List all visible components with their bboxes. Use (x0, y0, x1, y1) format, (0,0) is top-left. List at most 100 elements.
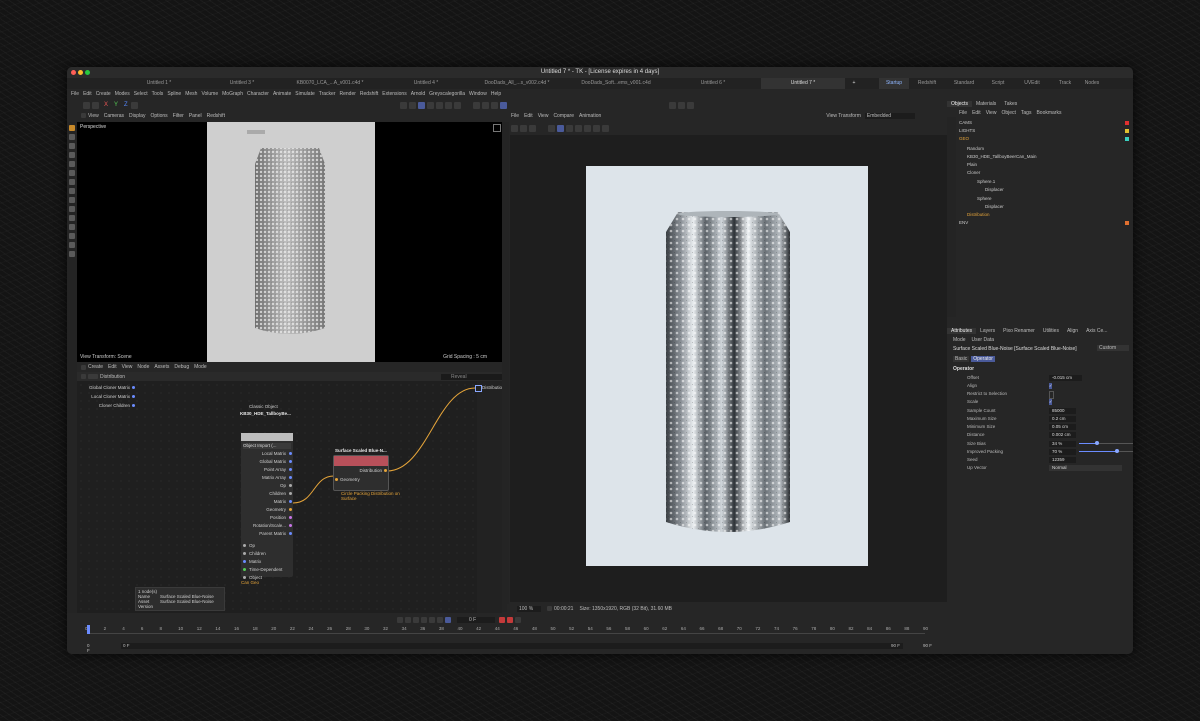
port-dot[interactable] (243, 576, 246, 579)
exposure-icon[interactable] (566, 124, 573, 132)
render-menu-item[interactable]: Compare (553, 113, 574, 119)
object-row[interactable]: Sphere (977, 195, 992, 203)
object-row[interactable]: Cloner (967, 169, 980, 177)
port-dot[interactable] (335, 478, 338, 481)
object-row[interactable]: LIGHTS (959, 127, 975, 135)
objects-menu-item[interactable]: Edit (972, 110, 981, 116)
surf-node-title[interactable]: Surface Scaled Blue-N... (335, 448, 387, 453)
port-dot[interactable] (289, 484, 292, 487)
attr-offset-field[interactable]: -0.015 cm (1049, 375, 1082, 381)
object-row[interactable]: KB30_HDE_TallboyBeerCan_Main (967, 153, 1037, 161)
preset-dropdown[interactable]: Custom (1097, 345, 1129, 351)
view-transform-dropdown[interactable]: Embedded (864, 112, 915, 119)
port-dot[interactable] (243, 568, 246, 571)
port-dot[interactable] (289, 476, 292, 479)
next-key-icon[interactable] (437, 617, 443, 623)
next-frame-icon[interactable] (429, 617, 435, 623)
port-dot[interactable] (289, 500, 292, 503)
render-menu-item[interactable]: Edit (524, 113, 533, 119)
attr-menu-user-data[interactable]: User Data (972, 337, 995, 343)
classic-node-name[interactable]: KB30_HDE_TallboyBe... (240, 411, 291, 416)
range-start-field[interactable]: 0 F (121, 643, 903, 649)
objects-menu-item[interactable]: Tags (1021, 110, 1032, 116)
color-channel-g-icon[interactable] (584, 124, 591, 132)
tab-pixo-renamer[interactable]: Pixo Renamer (999, 328, 1039, 334)
render-start-icon[interactable] (511, 124, 518, 132)
port-dot[interactable] (289, 524, 292, 527)
render-stop-icon[interactable] (520, 124, 527, 132)
current-frame-field[interactable]: 0 F (457, 617, 495, 623)
object-row[interactable]: Distribution (967, 211, 990, 219)
tab-align[interactable]: Align (1063, 328, 1082, 334)
playhead[interactable] (87, 625, 90, 634)
subtab-basic[interactable]: Basic (953, 355, 970, 362)
play-icon[interactable] (421, 617, 427, 623)
object-row[interactable]: Random (967, 145, 984, 153)
render-menu-item[interactable]: File (511, 113, 519, 119)
attr-seed-field[interactable]: 12359 (1049, 457, 1076, 463)
attr-menu-mode[interactable]: Mode (953, 337, 966, 343)
autokey-icon[interactable] (507, 617, 513, 623)
port-dot[interactable] (384, 469, 387, 472)
render-menu-item[interactable]: Animation (579, 113, 601, 119)
tab-layers[interactable]: Layers (976, 328, 999, 334)
prev-key-icon[interactable] (405, 617, 411, 623)
zoom-field[interactable]: 100 % (517, 605, 541, 612)
tab-utilities[interactable]: Utilities (1039, 328, 1063, 334)
port-dot[interactable] (289, 508, 292, 511)
attr-improved-packing-field[interactable]: 70 % (1049, 449, 1076, 455)
tab-axis-center[interactable]: Axis Ce... (1082, 328, 1111, 334)
layout-tab[interactable]: Nodes (1079, 78, 1105, 89)
attr-up-vector-dropdown[interactable]: Normal (1049, 465, 1122, 471)
port-dot[interactable] (243, 552, 246, 555)
attr-restrict-checkbox[interactable] (1049, 391, 1054, 399)
record-icon[interactable] (499, 617, 505, 623)
layout-tab[interactable]: Track (1052, 78, 1078, 89)
tab-materials[interactable]: Materials (972, 101, 1000, 107)
start-frame[interactable]: 0 F (87, 643, 93, 653)
object-row[interactable]: CAMS (959, 119, 972, 127)
object-import-dropdown[interactable]: Object Import (... (243, 443, 291, 449)
port-dot[interactable] (289, 460, 292, 463)
range-end-field[interactable]: 90 F (891, 643, 900, 648)
port-dot[interactable] (289, 516, 292, 519)
object-row[interactable]: Displacer (985, 186, 1004, 194)
keyframe-icon[interactable] (515, 617, 521, 623)
layout-tab[interactable]: UVEdit (1017, 78, 1047, 89)
surface-scaled-blue-noise-node[interactable]: Distribution Geometry (333, 455, 389, 491)
port-dot[interactable] (289, 468, 292, 471)
port-dot[interactable] (289, 532, 292, 535)
alpha-icon[interactable] (602, 124, 609, 132)
objects-menu-item[interactable]: View (986, 110, 997, 116)
object-row[interactable]: Displacer (985, 203, 1004, 211)
layout-tab[interactable]: Script (985, 78, 1011, 89)
end-frame[interactable]: 90 F (923, 643, 932, 648)
layout-tab[interactable]: Standard (947, 78, 981, 89)
prev-frame-icon[interactable] (413, 617, 419, 623)
color-channel-b-icon[interactable] (593, 124, 600, 132)
port-dot[interactable] (243, 544, 246, 547)
attr-distance-field[interactable]: 0.002 cm (1049, 432, 1076, 438)
save-image-icon[interactable] (529, 124, 536, 132)
loop-icon[interactable] (445, 617, 451, 623)
attr-scale-checkbox[interactable]: ✓ (1049, 399, 1052, 405)
objects-menu-item[interactable]: Bookmarks (1036, 110, 1061, 116)
object-row[interactable]: ENV (959, 219, 968, 227)
attr-size-bias-field[interactable]: 34 % (1049, 441, 1076, 447)
attr-align-checkbox[interactable]: ✓ (1049, 383, 1052, 389)
port-dot[interactable] (289, 452, 292, 455)
object-row[interactable]: Plain (967, 161, 977, 169)
port-dot[interactable] (289, 492, 292, 495)
attr-minimum-size-field[interactable]: 0.05 cm (1049, 424, 1076, 430)
objects-menu-item[interactable]: File (959, 110, 967, 116)
port-dot[interactable] (243, 560, 246, 563)
render-menu-item[interactable]: View (538, 113, 549, 119)
tab-takes[interactable]: Takes (1000, 101, 1021, 107)
render-view-canvas[interactable] (510, 135, 947, 602)
objects-menu-item[interactable]: Object (1001, 110, 1015, 116)
classic-object-node[interactable]: Object Import (... Local Matrix Global M… (241, 433, 293, 580)
packing-slider-knob[interactable] (1114, 449, 1119, 453)
object-row[interactable]: Sphere.1 (977, 178, 995, 186)
attr-maximum-size-field[interactable]: 0.2 cm (1049, 416, 1076, 422)
render-region-icon[interactable] (557, 124, 564, 132)
